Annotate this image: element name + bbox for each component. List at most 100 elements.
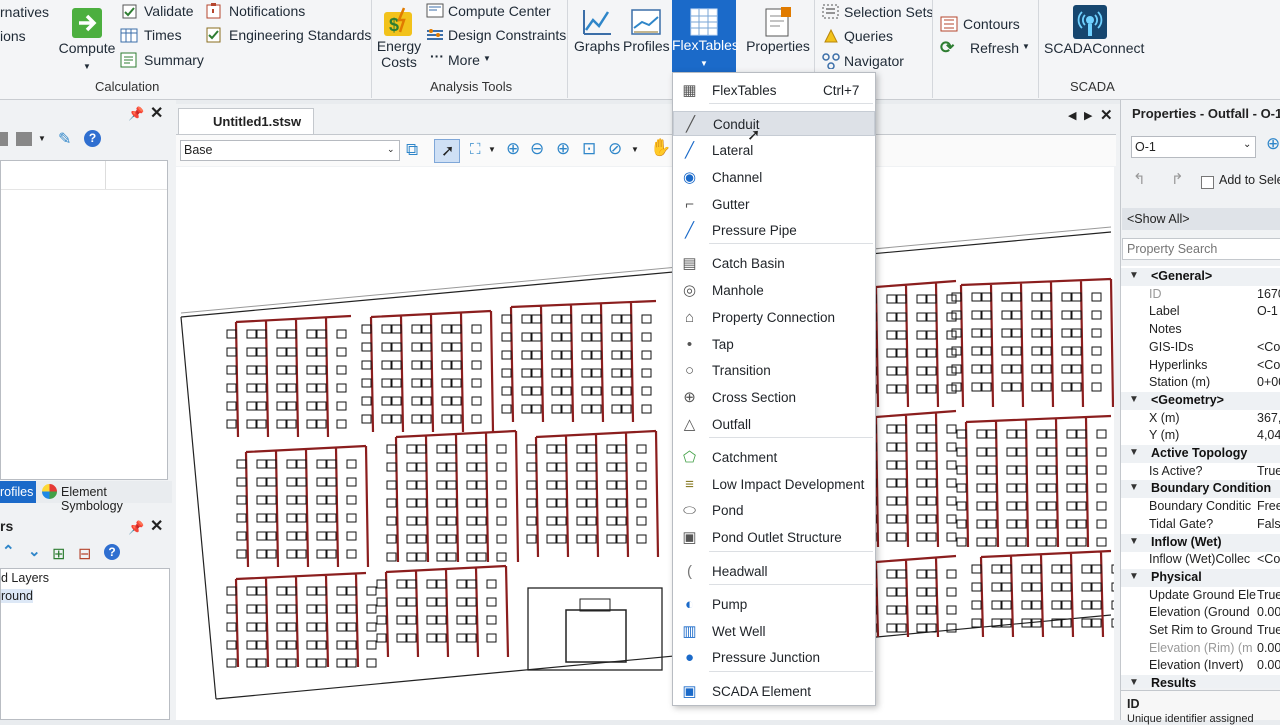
zoom-to-icon[interactable]: ⊕ [1266,134,1280,154]
property-row[interactable]: Is Active? True [1121,463,1280,481]
pin-icon[interactable]: 📌 [128,106,144,122]
property-row[interactable]: X (m) 367, [1121,410,1280,428]
menu-item-manhole[interactable]: ◎ Manhole [673,278,875,303]
help-icon[interactable]: ? [84,130,101,147]
element-selector[interactable]: O-1 ⌄ [1131,136,1256,158]
property-category[interactable]: ▼ Results [1121,675,1280,688]
property-row[interactable]: GIS-IDs <Col [1121,339,1280,357]
property-row[interactable]: Station (m) 0+00 [1121,374,1280,392]
close-icon[interactable]: ✕ [1100,106,1113,124]
tool-icon[interactable] [0,132,8,146]
add-to-selection-checkbox[interactable] [1201,176,1214,189]
energy-costs-button[interactable]: $ Energy Costs [376,6,422,70]
scadaconnect-button[interactable]: SCADAConnect [1044,4,1144,56]
zoom-previous-icon[interactable]: ⊡ [582,139,596,159]
property-search-input[interactable] [1122,238,1280,260]
menu-item-flextables[interactable]: ▦ FlexTables Ctrl+7 [673,78,875,103]
property-row[interactable]: Notes [1121,321,1280,339]
menu-item-lateral[interactable]: ╱ Lateral [673,138,875,163]
collapse-icon[interactable]: ▼ [1129,447,1139,458]
scenario-manager-icon[interactable]: ⧉ [406,140,418,160]
property-row[interactable]: Update Ground Ele True [1121,587,1280,605]
property-category[interactable]: ▼ <General> [1121,268,1280,286]
zoom-extents-icon[interactable]: ⛶ [470,141,481,158]
menu-item-low-impact-development[interactable]: ≡ Low Impact Development [673,472,875,497]
flextables-button[interactable]: FlexTables ▼ [672,0,739,76]
ribbon-cut-item[interactable]: ions [0,28,26,44]
menu-item-pond-outlet-structure[interactable]: ▣ Pond Outlet Structure [673,525,875,550]
property-category[interactable]: ▼ Active Topology [1121,445,1280,463]
menu-item-pressure-junction[interactable]: ● Pressure Junction [673,645,875,670]
profiles-button[interactable]: Profiles [623,6,670,54]
property-category[interactable]: ▼ <Geometry> [1121,391,1280,410]
menu-item-cross-section[interactable]: ⊕ Cross Section [673,385,875,410]
collapse-icon[interactable]: ▼ [1129,677,1139,688]
menu-item-headwall[interactable]: (Headwall [673,559,875,584]
remove-layer-icon[interactable]: ⊟ [78,544,91,564]
select-tool[interactable]: ➚ [434,139,460,163]
tab-scroll-left-icon[interactable]: ◀ [1068,109,1076,122]
property-row[interactable]: Y (m) 4,04 [1121,427,1280,445]
property-row[interactable]: Tidal Gate? False [1121,516,1280,534]
close-icon[interactable]: ✕ [150,516,163,536]
graphs-button[interactable]: Graphs [574,6,620,54]
zoom-window-icon[interactable]: ⊕ [556,139,570,159]
chevron-down-icon[interactable]: ▼ [631,145,639,154]
show-all-filter[interactable]: <Show All> [1122,208,1280,230]
menu-item-tap[interactable]: • Tap [673,332,875,357]
property-row[interactable]: Elevation (Invert) 0.00 [1121,657,1280,675]
menu-item-pond[interactable]: ⬭ Pond [673,498,875,523]
menu-item-channel[interactable]: ◉ Channel [673,165,875,190]
chevron-down-icon[interactable]: ▼ [488,145,496,154]
property-category[interactable]: ▼ Boundary Condition [1121,480,1280,499]
collapse-all-icon[interactable]: ⌄ [28,542,41,560]
zoom-realtime-icon[interactable]: ⊘ [608,139,622,159]
back-icon[interactable]: ↰ [1133,170,1146,188]
chevron-down-icon[interactable]: ▼ [38,134,46,143]
property-row[interactable]: Boundary Conditic Free [1121,498,1280,516]
color-swatch-icon[interactable] [16,132,32,146]
menu-item-conduit[interactable]: ╱ Conduit [673,111,875,136]
pan-icon[interactable]: ✋ [650,138,671,158]
scenario-select[interactable]: Base ⌄ [180,140,400,161]
tab-scroll-right-icon[interactable]: ▶ [1084,109,1092,122]
menu-item-catch-basin[interactable]: ▤ Catch Basin [673,251,875,276]
collapse-icon[interactable]: ▼ [1129,270,1139,281]
collapse-icon[interactable]: ▼ [1129,536,1139,547]
property-row[interactable]: Elevation (Ground 0.00 [1121,604,1280,622]
menu-item-pump[interactable]: ◐ Pump [673,592,875,617]
expand-all-icon[interactable]: ⌃ [2,542,15,560]
ribbon-cut-item[interactable]: rnatives [0,4,49,20]
add-layer-icon[interactable]: ⊞ [52,544,65,564]
menu-item-transition[interactable]: ○ Transition [673,358,875,383]
layer-item[interactable]: round [1,589,33,603]
tab-element-symbology[interactable]: Element Symbology [61,485,172,513]
property-category[interactable]: ▼ Physical [1121,568,1280,587]
help-icon[interactable]: ? [104,544,120,560]
property-row[interactable]: Label O-1 [1121,303,1280,321]
collapse-icon[interactable]: ▼ [1129,482,1139,493]
menu-item-gutter[interactable]: ⌐ Gutter [673,192,875,217]
collapse-icon[interactable]: ▼ [1129,394,1139,405]
forward-icon[interactable]: ↱ [1171,170,1184,188]
property-category[interactable]: ▼ Inflow (Wet) [1121,533,1280,552]
property-row[interactable]: Set Rim to Ground True [1121,622,1280,640]
drawing-canvas[interactable] [176,167,1122,720]
zoom-in-icon[interactable]: ⊕ [506,139,520,159]
zoom-out-icon[interactable]: ⊖ [530,139,544,159]
close-icon[interactable]: ✕ [150,103,163,123]
compute-button[interactable]: Compute ▼ [58,6,116,72]
menu-item-outfall[interactable]: △ Outfall [673,412,875,437]
layer-item[interactable]: d Layers [1,571,49,585]
menu-item-catchment[interactable]: ⬠ Catchment [673,445,875,470]
pin-icon[interactable]: 📌 [128,520,144,536]
property-row[interactable]: Elevation (Rim) (m 0.00 [1121,640,1280,658]
tab-profiles[interactable]: rofiles [0,481,36,503]
property-row[interactable]: Hyperlinks <Col [1121,357,1280,375]
menu-item-wet-well[interactable]: ▥ Wet Well [673,619,875,644]
property-row[interactable]: ID 1670 [1121,286,1280,304]
property-row[interactable]: Inflow (Wet)Collec <Col [1121,551,1280,569]
properties-button[interactable]: Properties [746,6,810,54]
menu-item-property-connection[interactable]: ⌂ Property Connection [673,305,875,330]
collapse-icon[interactable]: ▼ [1129,571,1139,582]
